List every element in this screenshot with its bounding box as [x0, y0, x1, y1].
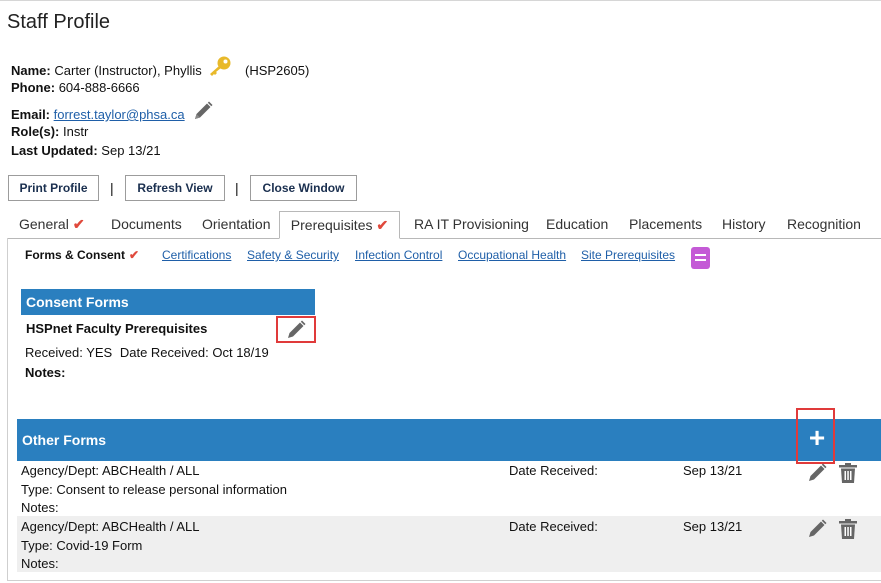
type-label: Type: [21, 538, 53, 553]
row1-date-label: Date Received: [509, 463, 598, 478]
type-value: Covid-19 Form [56, 538, 143, 553]
tabs-divider [7, 238, 881, 239]
subtab-certifications[interactable]: Certifications [162, 248, 231, 262]
updated-label: Last Updated: [11, 143, 98, 158]
top-border [0, 0, 881, 1]
name-label: Name: [11, 62, 51, 78]
trash-icon[interactable] [838, 518, 858, 543]
row2-notes-label: Notes: [21, 556, 59, 571]
consent-notes-label: Notes: [25, 365, 66, 380]
row2-agency: Agency/Dept: ABCHealth / ALL [21, 519, 200, 534]
key-icon [207, 55, 233, 80]
add-form-button[interactable]: + [805, 423, 829, 453]
subtab-label: Forms & Consent [25, 248, 126, 262]
email-link[interactable]: forrest.taylor@phsa.ca [54, 107, 185, 122]
consent-item-title: HSPnet Faculty Prerequisites [26, 321, 208, 336]
subtab-safety-security[interactable]: Safety & Security [247, 248, 339, 262]
type-value: Consent to release personal information [56, 482, 287, 497]
tab-education[interactable]: Education [546, 216, 608, 232]
tab-placements[interactable]: Placements [629, 216, 702, 232]
agency-label: Agency/Dept: [21, 463, 100, 478]
other-forms-header: Other Forms [17, 419, 881, 461]
pencil-icon[interactable] [192, 100, 214, 125]
row2-type: Type: Covid-19 Form [21, 538, 142, 553]
roles-row: Role(s): Instr [11, 124, 88, 139]
pencil-icon[interactable] [285, 319, 307, 344]
roles-label: Role(s): [11, 124, 60, 139]
content-border [7, 580, 881, 581]
tab-orientation[interactable]: Orientation [202, 216, 270, 232]
tab-label: General [19, 216, 69, 232]
roles-value: Instr [63, 124, 89, 139]
date-received-value: Oct 18/19 [212, 345, 269, 360]
row2-date-label: Date Received: [509, 519, 598, 534]
content-border [7, 238, 8, 581]
staff-id: (HSP2605) [245, 62, 310, 78]
pencil-icon[interactable] [806, 518, 828, 543]
tab-recognition[interactable]: Recognition [787, 216, 861, 232]
print-profile-button[interactable]: Print Profile [8, 175, 99, 201]
separator: | [235, 180, 239, 196]
phone-label: Phone: [11, 80, 56, 95]
consent-received-row: Received: YES Date Received: Oct 18/19 [25, 345, 269, 360]
row2-date-value: Sep 13/21 [683, 519, 743, 534]
book-icon[interactable] [690, 246, 711, 273]
type-label: Type: [21, 482, 53, 497]
updated-row: Last Updated: Sep 13/21 [11, 143, 161, 158]
pencil-icon[interactable] [806, 462, 828, 487]
tab-documents[interactable]: Documents [111, 216, 182, 232]
page-title: Staff Profile [7, 11, 111, 33]
tab-general[interactable]: General ✔ [19, 216, 85, 233]
received-value: YES [86, 345, 113, 360]
agency-value: ABCHealth / ALL [101, 463, 200, 478]
tab-history[interactable]: History [722, 216, 766, 232]
consent-forms-header: Consent Forms [21, 289, 315, 315]
subtab-occupational-health[interactable]: Occupational Health [458, 248, 566, 262]
check-icon: ✔ [72, 216, 85, 232]
other-forms-title: Other Forms [22, 432, 107, 448]
phone-row: Phone: 604-888-6666 [11, 80, 140, 95]
check-icon: ✔ [376, 216, 389, 233]
check-icon: ✔ [129, 248, 140, 262]
tab-ra-it-provisioning[interactable]: RA IT Provisioning [414, 216, 529, 232]
tab-prerequisites[interactable]: Prerequisites ✔ [279, 211, 400, 239]
trash-icon[interactable] [838, 462, 858, 487]
refresh-view-button[interactable]: Refresh View [125, 175, 225, 201]
email-label: Email: [11, 106, 51, 122]
row1-notes-label: Notes: [21, 500, 59, 515]
received-label: Received: [25, 345, 83, 360]
row1-date-value: Sep 13/21 [683, 463, 743, 478]
row1-type: Type: Consent to release personal inform… [21, 482, 287, 497]
updated-value: Sep 13/21 [101, 143, 161, 158]
agency-label: Agency/Dept: [21, 519, 100, 534]
agency-value: ABCHealth / ALL [101, 519, 200, 534]
date-received-label: Date Received: [119, 345, 209, 360]
close-window-button[interactable]: Close Window [250, 175, 357, 201]
phone-value: 604-888-6666 [58, 80, 140, 95]
tab-label: Prerequisites [290, 217, 373, 233]
subtab-site-prerequisites[interactable]: Site Prerequisites [581, 248, 675, 262]
subtab-forms-consent[interactable]: Forms & Consent ✔ [25, 248, 139, 262]
separator: | [110, 180, 114, 196]
row1-agency: Agency/Dept: ABCHealth / ALL [21, 463, 200, 478]
name-value: Carter (Instructor), Phyllis [54, 62, 202, 78]
subtab-infection-control[interactable]: Infection Control [355, 248, 442, 262]
